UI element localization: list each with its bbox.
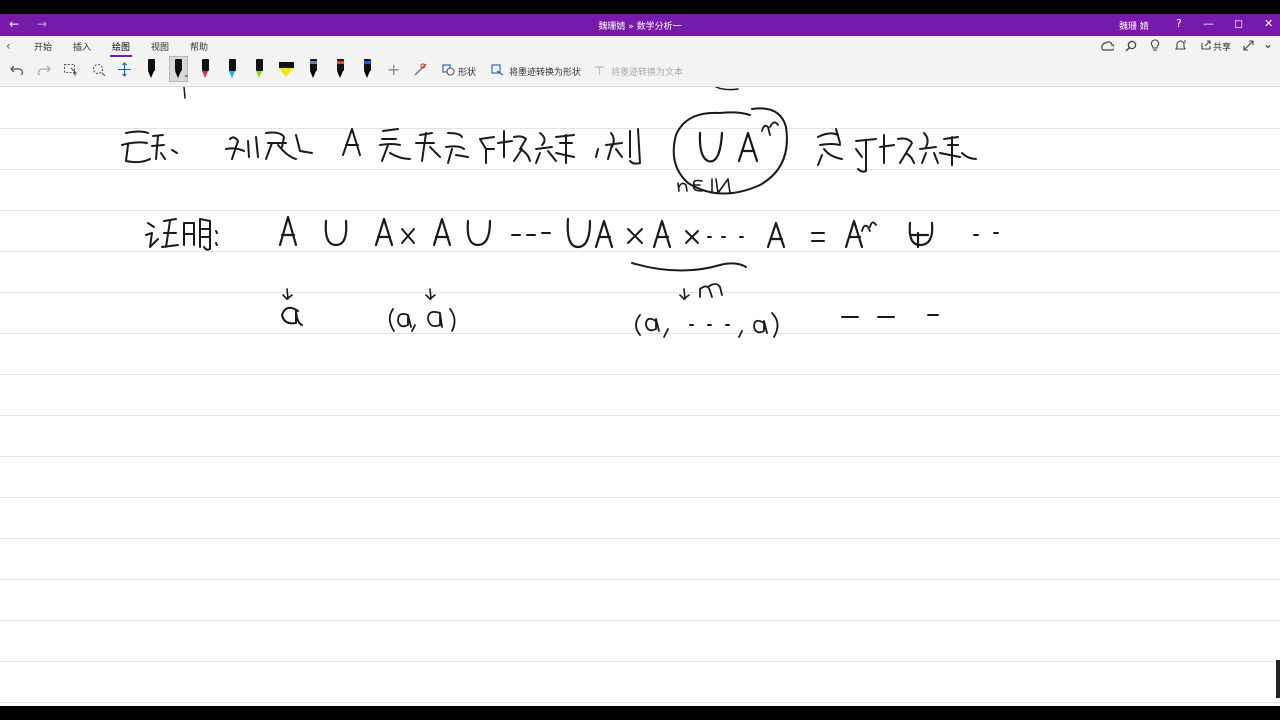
minimize-button[interactable]: — xyxy=(1203,17,1214,30)
help-button[interactable]: ? xyxy=(1176,17,1182,30)
pen-icon xyxy=(175,59,182,71)
ribbon-collapse-chevron-icon[interactable]: ‹ xyxy=(6,39,11,53)
undo-icon[interactable] xyxy=(10,63,24,75)
pen-tip xyxy=(229,71,235,78)
pen-band xyxy=(310,61,317,64)
title-bar: ← → 魏珊婧 » 数学分析一 魏珊 婧 ? — ◻ ✕ xyxy=(0,14,1280,36)
note-page-canvas[interactable] xyxy=(0,87,1280,706)
lightbulb-icon[interactable] xyxy=(1150,39,1160,52)
ruler-icon[interactable] xyxy=(413,62,428,77)
restore-button[interactable]: ◻ xyxy=(1234,17,1243,30)
shapes-button[interactable]: 形状 xyxy=(458,65,476,78)
ink-line-definition xyxy=(121,128,641,165)
pen-tip xyxy=(310,71,316,78)
video-frame-bottom xyxy=(0,706,1280,720)
ink-is-countable xyxy=(817,128,977,173)
pen-gray-blue[interactable] xyxy=(305,57,322,81)
ink-line-proof xyxy=(145,215,999,272)
eraser-icon[interactable] xyxy=(91,62,106,76)
ink-line-elements xyxy=(281,283,939,338)
pen-tip xyxy=(175,71,181,78)
expand-icon[interactable] xyxy=(1243,40,1254,51)
pen-blue[interactable] xyxy=(359,57,376,81)
search-icon[interactable] xyxy=(1125,40,1137,52)
pen-black[interactable] xyxy=(143,57,160,81)
pen-band xyxy=(364,61,371,64)
tab-home[interactable]: 开始 xyxy=(34,40,52,53)
lasso-select-icon[interactable] xyxy=(63,62,78,76)
tab-view[interactable]: 视图 xyxy=(151,40,169,53)
add-space-icon[interactable] xyxy=(117,62,132,77)
notifications-bell-icon[interactable] xyxy=(1174,39,1187,52)
tab-draw[interactable]: 绘图 xyxy=(109,40,133,57)
ink-to-text-icon[interactable] xyxy=(593,64,606,76)
pen-tip xyxy=(148,71,154,78)
pen-pink[interactable] xyxy=(197,57,214,81)
pen-icon xyxy=(229,59,236,71)
ink-to-shape-button[interactable]: 将墨迹转换为形状 xyxy=(509,65,581,78)
sync-status-icon[interactable] xyxy=(1100,40,1114,52)
ink-to-text-button: 将墨迹转换为文本 xyxy=(611,68,684,78)
page-scrollbar-thumb[interactable] xyxy=(1276,660,1280,698)
pen-band xyxy=(337,61,344,64)
pen-black-selected[interactable]: ⌄ xyxy=(169,56,190,82)
ribbon-options-chevron-icon[interactable]: ⌄ xyxy=(1263,37,1273,51)
pen-cyan[interactable] xyxy=(224,57,241,81)
share-icon[interactable] xyxy=(1201,40,1212,50)
highlighter-tip xyxy=(279,68,293,77)
tab-help[interactable]: 帮助 xyxy=(190,40,208,53)
close-button[interactable]: ✕ xyxy=(1264,17,1273,30)
shapes-icon[interactable] xyxy=(442,64,455,76)
share-button[interactable]: 共享 xyxy=(1213,40,1231,53)
pen-tip xyxy=(364,71,370,78)
pen-red[interactable] xyxy=(332,57,349,81)
pen-green[interactable] xyxy=(251,57,268,81)
redo-icon[interactable] xyxy=(37,63,51,75)
ink-union-An xyxy=(672,107,788,195)
tab-insert[interactable]: 插入 xyxy=(73,40,91,53)
window-title: 魏珊婧 » 数学分析一 xyxy=(598,22,682,32)
add-pen-plus-icon[interactable]: + xyxy=(387,60,400,79)
pen-icon xyxy=(256,59,263,71)
ink-to-shape-icon[interactable] xyxy=(491,64,504,76)
video-frame-top xyxy=(0,0,1280,14)
user-name[interactable]: 魏珊 婧 xyxy=(1119,19,1149,32)
ribbon: ‹ 开始 插入 绘图 视图 帮助 共享 ⌄ ⌄ + 形状 将墨迹转换为形状 将墨… xyxy=(0,36,1280,87)
pen-tip xyxy=(256,71,262,78)
pen-tip xyxy=(337,71,343,78)
pen-tip xyxy=(202,71,208,78)
pen-icon xyxy=(148,59,155,71)
pen-icon xyxy=(202,59,209,71)
chevron-down-icon[interactable]: ⌄ xyxy=(183,70,190,79)
highlighter-yellow[interactable] xyxy=(278,57,295,81)
handwriting-ink xyxy=(121,87,999,338)
